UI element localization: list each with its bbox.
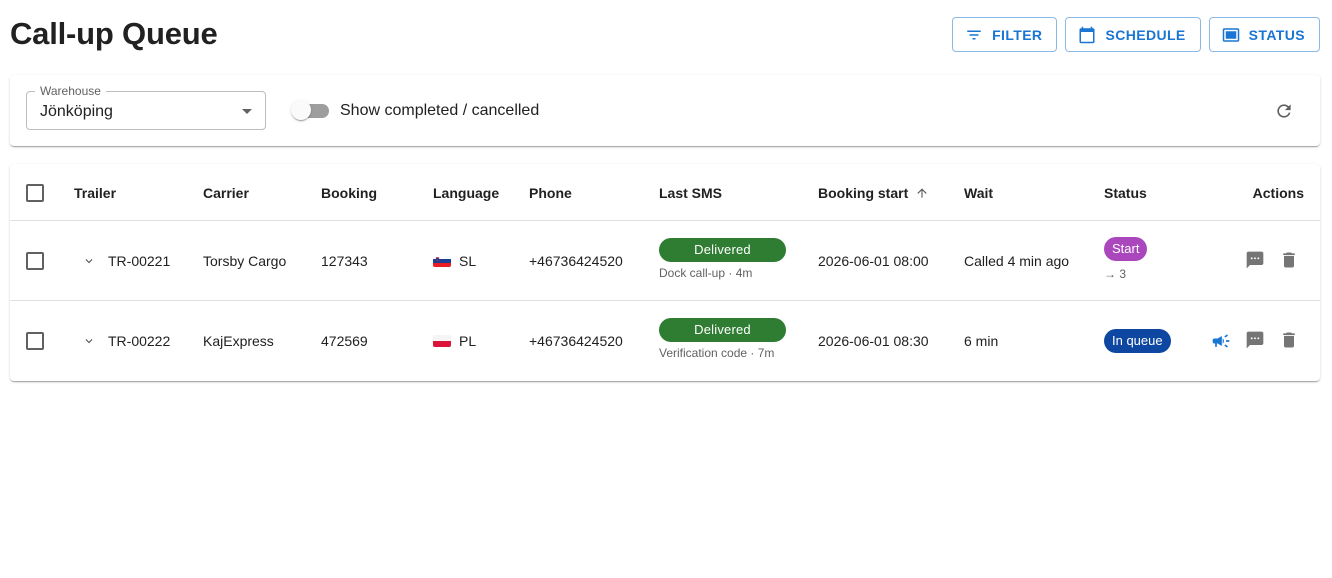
message-icon[interactable] bbox=[1245, 330, 1265, 350]
poland-flag-icon bbox=[433, 335, 451, 347]
chevron-down-icon[interactable] bbox=[82, 334, 96, 348]
status-badge: In queue bbox=[1104, 329, 1171, 353]
sms-detail: Verification code · 7m bbox=[659, 346, 775, 360]
trailer-id: TR-00221 bbox=[108, 253, 171, 269]
calendar-icon bbox=[1079, 26, 1095, 43]
dropdown-arrow-icon bbox=[242, 109, 252, 114]
booking-start-time: 2026-06-01 08:00 bbox=[818, 253, 929, 269]
row-checkbox[interactable] bbox=[26, 252, 44, 270]
phone-number: +46736424520 bbox=[529, 333, 623, 349]
megaphone-icon[interactable] bbox=[1211, 331, 1231, 351]
warehouse-select[interactable]: Warehouse Jönköping bbox=[26, 84, 266, 130]
chevron-down-icon[interactable] bbox=[82, 254, 96, 268]
carrier-name: Torsby Cargo bbox=[203, 253, 287, 269]
schedule-button[interactable]: SCHEDULE bbox=[1065, 17, 1201, 52]
booking-start-time: 2026-06-01 08:30 bbox=[818, 333, 929, 349]
wait-time: Called 4 min ago bbox=[964, 253, 1070, 269]
sms-status-badge: Delivered bbox=[659, 318, 786, 342]
column-header-status[interactable]: Status bbox=[1104, 185, 1147, 201]
column-header-actions: Actions bbox=[1252, 185, 1304, 201]
language-cell: PL bbox=[433, 333, 476, 349]
message-icon[interactable] bbox=[1245, 250, 1265, 270]
column-header-booking[interactable]: Booking bbox=[321, 185, 377, 201]
sort-ascending-icon bbox=[917, 188, 927, 198]
monitor-icon bbox=[1222, 27, 1239, 42]
filter-button[interactable]: FILTER bbox=[952, 17, 1058, 52]
toolbar: FILTER SCHEDULE STATUS bbox=[952, 17, 1320, 52]
table-row[interactable]: TR-00221 Torsby Cargo 127343 SL +4673642… bbox=[10, 221, 1320, 301]
schedule-button-label: SCHEDULE bbox=[1105, 26, 1186, 43]
refresh-icon[interactable] bbox=[1274, 101, 1294, 121]
column-header-carrier[interactable]: Carrier bbox=[203, 185, 249, 201]
column-header-trailer[interactable]: Trailer bbox=[74, 185, 116, 201]
column-header-wait[interactable]: Wait bbox=[964, 185, 993, 201]
column-header-phone[interactable]: Phone bbox=[529, 185, 572, 201]
slovenia-flag-icon bbox=[433, 255, 451, 267]
queue-table: Trailer Carrier Booking Language Phone L… bbox=[10, 164, 1320, 381]
language-cell: SL bbox=[433, 253, 476, 269]
filter-button-label: FILTER bbox=[992, 26, 1043, 43]
delete-icon[interactable] bbox=[1279, 330, 1299, 350]
show-completed-toggle[interactable] bbox=[291, 100, 329, 122]
status-badge: Start bbox=[1104, 237, 1148, 261]
column-header-booking-start-label: Booking start bbox=[818, 185, 909, 201]
booking-number: 472569 bbox=[321, 333, 368, 349]
phone-number: +46736424520 bbox=[529, 253, 623, 269]
sms-detail: Dock call-up · 4m bbox=[659, 266, 753, 280]
select-all-checkbox[interactable] bbox=[26, 184, 44, 202]
status-button-label: STATUS bbox=[1248, 26, 1305, 43]
filter-card: Warehouse Jönköping Show completed / can… bbox=[10, 75, 1320, 146]
column-header-last-sms[interactable]: Last SMS bbox=[659, 185, 722, 201]
table-header-row: Trailer Carrier Booking Language Phone L… bbox=[10, 164, 1320, 221]
status-button[interactable]: STATUS bbox=[1208, 17, 1320, 52]
booking-number: 127343 bbox=[321, 253, 368, 269]
toggle-thumb bbox=[291, 100, 311, 120]
page-title: Call-up Queue bbox=[10, 16, 218, 51]
delete-icon[interactable] bbox=[1279, 250, 1299, 270]
language-code: SL bbox=[459, 253, 477, 269]
filter-icon bbox=[967, 30, 981, 39]
table-row[interactable]: TR-00222 KajExpress 472569 PL +467364245… bbox=[10, 301, 1320, 381]
warehouse-value: Jönköping bbox=[40, 103, 113, 120]
status-detail: → 3 bbox=[1104, 267, 1127, 281]
sms-status-badge: Delivered bbox=[659, 238, 786, 262]
warehouse-label: Warehouse bbox=[35, 84, 106, 98]
carrier-name: KajExpress bbox=[203, 333, 274, 349]
column-header-booking-start[interactable]: Booking start bbox=[818, 185, 929, 201]
language-code: PL bbox=[459, 333, 477, 349]
trailer-id: TR-00222 bbox=[108, 333, 171, 349]
row-checkbox[interactable] bbox=[26, 332, 44, 350]
wait-time: 6 min bbox=[964, 333, 999, 349]
column-header-language[interactable]: Language bbox=[433, 185, 499, 201]
show-completed-label: Show completed / cancelled bbox=[340, 102, 540, 119]
